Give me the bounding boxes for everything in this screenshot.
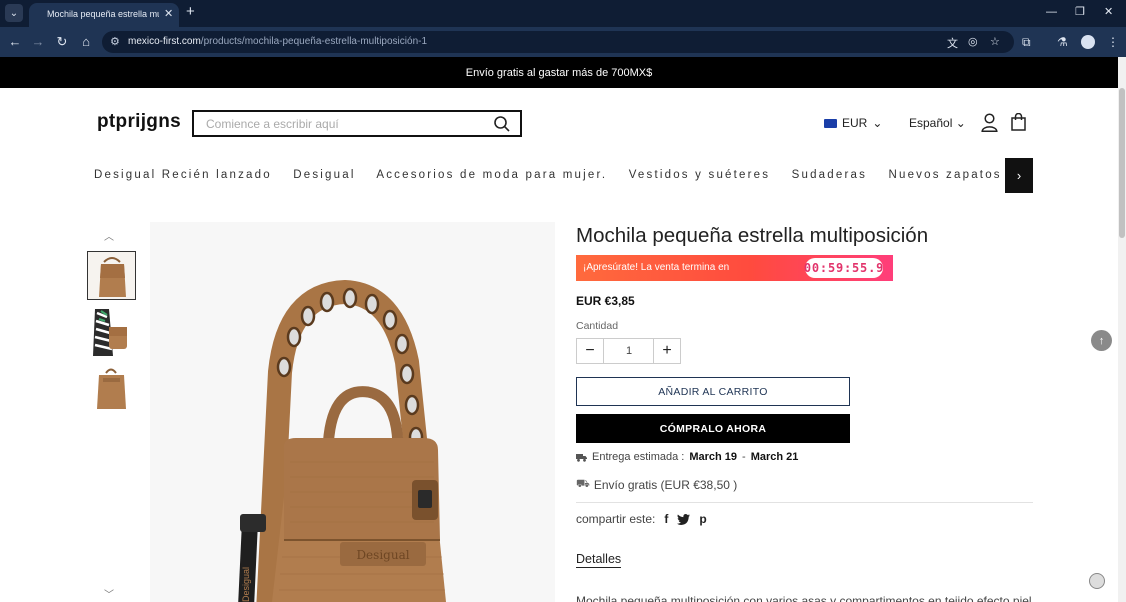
thumb-next-icon[interactable]: ﹀	[104, 586, 114, 601]
shipping-text: Envío gratis (EUR €38,50 )	[593, 478, 738, 492]
quantity-decrease-button[interactable]: −	[577, 339, 604, 363]
search-box	[192, 110, 522, 137]
scrollbar-thumb[interactable]	[1119, 88, 1125, 238]
search-input[interactable]	[206, 117, 486, 131]
chevron-down-icon: ⌄	[955, 116, 966, 130]
home-icon[interactable]: ⌂	[78, 34, 94, 50]
eye-off-icon[interactable]: ◎	[968, 35, 978, 48]
minus-icon: −	[585, 342, 595, 359]
sale-text: ¡Apresúrate! La venta termina en	[583, 262, 730, 273]
tab-details[interactable]: Detalles	[576, 552, 622, 568]
twitter-icon[interactable]	[677, 513, 691, 525]
labs-icon[interactable]: ⚗	[1057, 35, 1068, 49]
tab-close-icon[interactable]: ✕	[164, 7, 173, 20]
buy-now-button[interactable]: CÓMPRALO AHORA	[576, 414, 850, 443]
plus-icon: +	[662, 342, 672, 359]
quantity-stepper: − +	[576, 338, 681, 364]
url-host: mexico-first.com	[128, 36, 201, 47]
site-info-icon[interactable]: ⚙	[110, 35, 120, 48]
strap-brand-text: Desigual	[241, 567, 251, 602]
brand-logo-text: Desigual	[356, 548, 409, 562]
add-to-cart-button[interactable]: AÑADIR AL CARRITO	[576, 377, 850, 406]
shipping-truck-icon: ⛟	[576, 478, 590, 490]
product-price: EUR €3,85	[576, 294, 635, 308]
nav-item-desigual-new[interactable]: Desigual Recién lanzado	[94, 169, 272, 181]
countdown-timer: 00:59:55.9	[804, 258, 883, 278]
url-path: /products/mochila-pequeña-estrella-multi…	[200, 36, 428, 47]
language-selector[interactable]: Español ⌄	[909, 116, 966, 130]
floating-widget-icon[interactable]	[1089, 573, 1105, 589]
quantity-increase-button[interactable]: +	[653, 339, 680, 363]
delivery-to: March 21	[750, 451, 799, 463]
thumbnail-bag-image	[88, 252, 135, 299]
product-main-image[interactable]: Desigual Desigual	[150, 222, 555, 602]
backpack-image: Desigual Desigual	[150, 222, 555, 602]
restore-icon[interactable]: ❐	[1075, 6, 1085, 18]
facebook-icon[interactable]: f	[664, 512, 668, 526]
reload-icon[interactable]: ↻	[54, 34, 70, 50]
bookmark-star-icon[interactable]: ☆	[990, 35, 1000, 48]
nav-item-sweatshirts[interactable]: Sudaderas	[792, 169, 867, 181]
share-label: compartir este:	[576, 512, 656, 526]
url-text[interactable]: mexico-first.com/products/mochila-pequeñ…	[128, 36, 427, 47]
tab-title: Mochila pequeña estrella multiposición	[47, 9, 159, 19]
chevron-right-icon: ›	[1016, 168, 1022, 183]
new-tab-button[interactable]: +	[186, 4, 195, 20]
delivery-from: March 19	[689, 451, 738, 463]
nav-next-button[interactable]: ›	[1005, 158, 1033, 193]
close-window-icon[interactable]: ✕	[1104, 6, 1113, 18]
product-description: Mochila pequeña multiposición con varios…	[576, 594, 1032, 602]
divider	[576, 502, 1033, 503]
thumbnail-3[interactable]	[87, 363, 136, 412]
back-to-top-button[interactable]: ↑	[1091, 330, 1112, 351]
nav-item-new-shoes[interactable]: Nuevos zapatos lanzados	[888, 169, 1014, 181]
account-icon[interactable]	[981, 113, 998, 132]
search-icon[interactable]	[493, 115, 511, 133]
cart-bag-icon[interactable]	[1011, 113, 1026, 131]
thumbnail-1[interactable]	[87, 251, 136, 300]
minimize-icon[interactable]: —	[1046, 6, 1057, 18]
nav-item-dresses[interactable]: Vestidos y suéteres	[629, 169, 771, 181]
truck-icon	[576, 453, 587, 462]
currency-selector[interactable]: EUR ⌄	[824, 116, 882, 130]
address-bar[interactable]: ⚙ mexico-first.com/products/mochila-pequ…	[102, 31, 1014, 53]
delivery-separator: -	[742, 451, 746, 463]
announcement-bar: Envío gratis al gastar más de 700MX$	[0, 57, 1118, 88]
free-shipping-info: ⛟ Envío gratis (EUR €38,50 )	[576, 478, 737, 492]
thumbnail-model-image	[87, 307, 136, 356]
sale-countdown-banner: ¡Apresúrate! La venta termina en 00:59:5…	[576, 255, 893, 281]
eu-flag-icon	[824, 118, 837, 128]
delivery-label: Entrega estimada :	[592, 451, 685, 463]
quantity-label: Cantidad	[576, 320, 619, 332]
back-icon[interactable]: ←	[7, 34, 23, 50]
nav-item-accessories[interactable]: Accesorios de moda para mujer.	[376, 169, 607, 181]
language-label: Español	[909, 116, 953, 130]
tab-search-icon[interactable]: ⌄	[5, 4, 23, 22]
browser-tab-active[interactable]: Mochila pequeña estrella multiposición ✕	[29, 3, 179, 27]
currency-label: EUR	[842, 116, 868, 130]
quantity-input[interactable]	[605, 339, 653, 363]
forward-icon[interactable]: →	[30, 34, 46, 50]
nav-item-desigual[interactable]: Desigual	[293, 169, 355, 181]
browser-toolbar: ← → ↻ ⌂ ⚙ mexico-first.com/products/moch…	[0, 27, 1126, 57]
extensions-icon[interactable]: ⧉	[1022, 35, 1031, 49]
share-row: compartir este: f p	[576, 512, 707, 526]
category-nav: Desigual Recién lanzado Desigual Accesor…	[94, 169, 1014, 185]
thumb-prev-icon[interactable]: ︿	[104, 228, 114, 243]
translate-icon[interactable]: 文	[947, 35, 958, 51]
thumbnail-bag-back-image	[87, 363, 136, 412]
menu-icon[interactable]: ⋮	[1107, 35, 1119, 49]
estimated-delivery: Entrega estimada : March 19 - March 21	[576, 451, 798, 463]
arrow-up-icon: ↑	[1098, 334, 1105, 347]
store-logo[interactable]: ptprijgns	[97, 111, 181, 133]
thumbnail-2[interactable]	[87, 307, 136, 356]
browser-tabstrip: ⌄ Mochila pequeña estrella multiposición…	[0, 0, 1126, 27]
profile-icon[interactable]	[1081, 35, 1095, 49]
product-title: Mochila pequeña estrella multiposición	[576, 224, 929, 247]
pinterest-icon[interactable]: p	[699, 512, 706, 526]
chevron-down-icon: ⌄	[872, 116, 883, 130]
